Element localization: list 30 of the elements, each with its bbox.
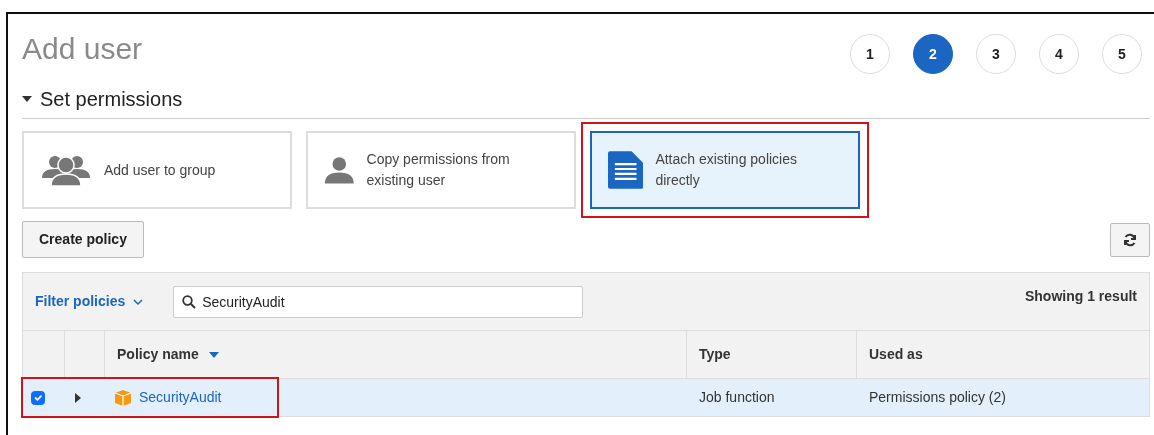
step-indicator[interactable]: 4 xyxy=(1039,34,1079,74)
filter-dropdown[interactable]: Filter policies xyxy=(35,291,144,312)
step-indicator[interactable]: 2 xyxy=(913,34,953,74)
step-indicator[interactable]: 3 xyxy=(976,34,1016,74)
cube-icon xyxy=(115,389,131,406)
step-indicator[interactable]: 5 xyxy=(1102,34,1142,74)
user-icon xyxy=(324,154,355,186)
column-header[interactable]: Policy name xyxy=(117,344,219,365)
chevron-down-icon xyxy=(133,298,144,306)
expand-icon[interactable] xyxy=(75,392,81,403)
permission-option[interactable]: Copy permissions from existing user xyxy=(306,131,576,209)
column-header[interactable]: Used as xyxy=(869,344,923,365)
section-title: Set permissions xyxy=(40,87,183,112)
result-count: Showing 1 result xyxy=(1025,287,1137,306)
policy-name-link[interactable]: SecurityAudit xyxy=(139,387,222,408)
search-field[interactable]: SecurityAudit xyxy=(173,285,584,318)
table-cell-text: Permissions policy (2) xyxy=(868,388,1007,407)
refresh-button[interactable] xyxy=(1110,222,1150,257)
permission-option[interactable]: Attach existing policies directly xyxy=(590,131,860,209)
caret-icon[interactable] xyxy=(22,96,32,102)
permission-option[interactable]: Add user to group xyxy=(22,131,292,209)
row-checkbox[interactable] xyxy=(31,390,45,405)
page-title: Add user xyxy=(22,34,143,64)
table-cell-text: Job function xyxy=(698,388,776,407)
column-header[interactable]: Type xyxy=(699,344,731,365)
refresh-icon xyxy=(1122,231,1138,248)
group-icon xyxy=(40,154,92,186)
document-icon xyxy=(608,151,644,189)
step-indicator[interactable]: 1 xyxy=(850,34,890,74)
create-policy-button[interactable]: Create policy xyxy=(22,221,144,258)
